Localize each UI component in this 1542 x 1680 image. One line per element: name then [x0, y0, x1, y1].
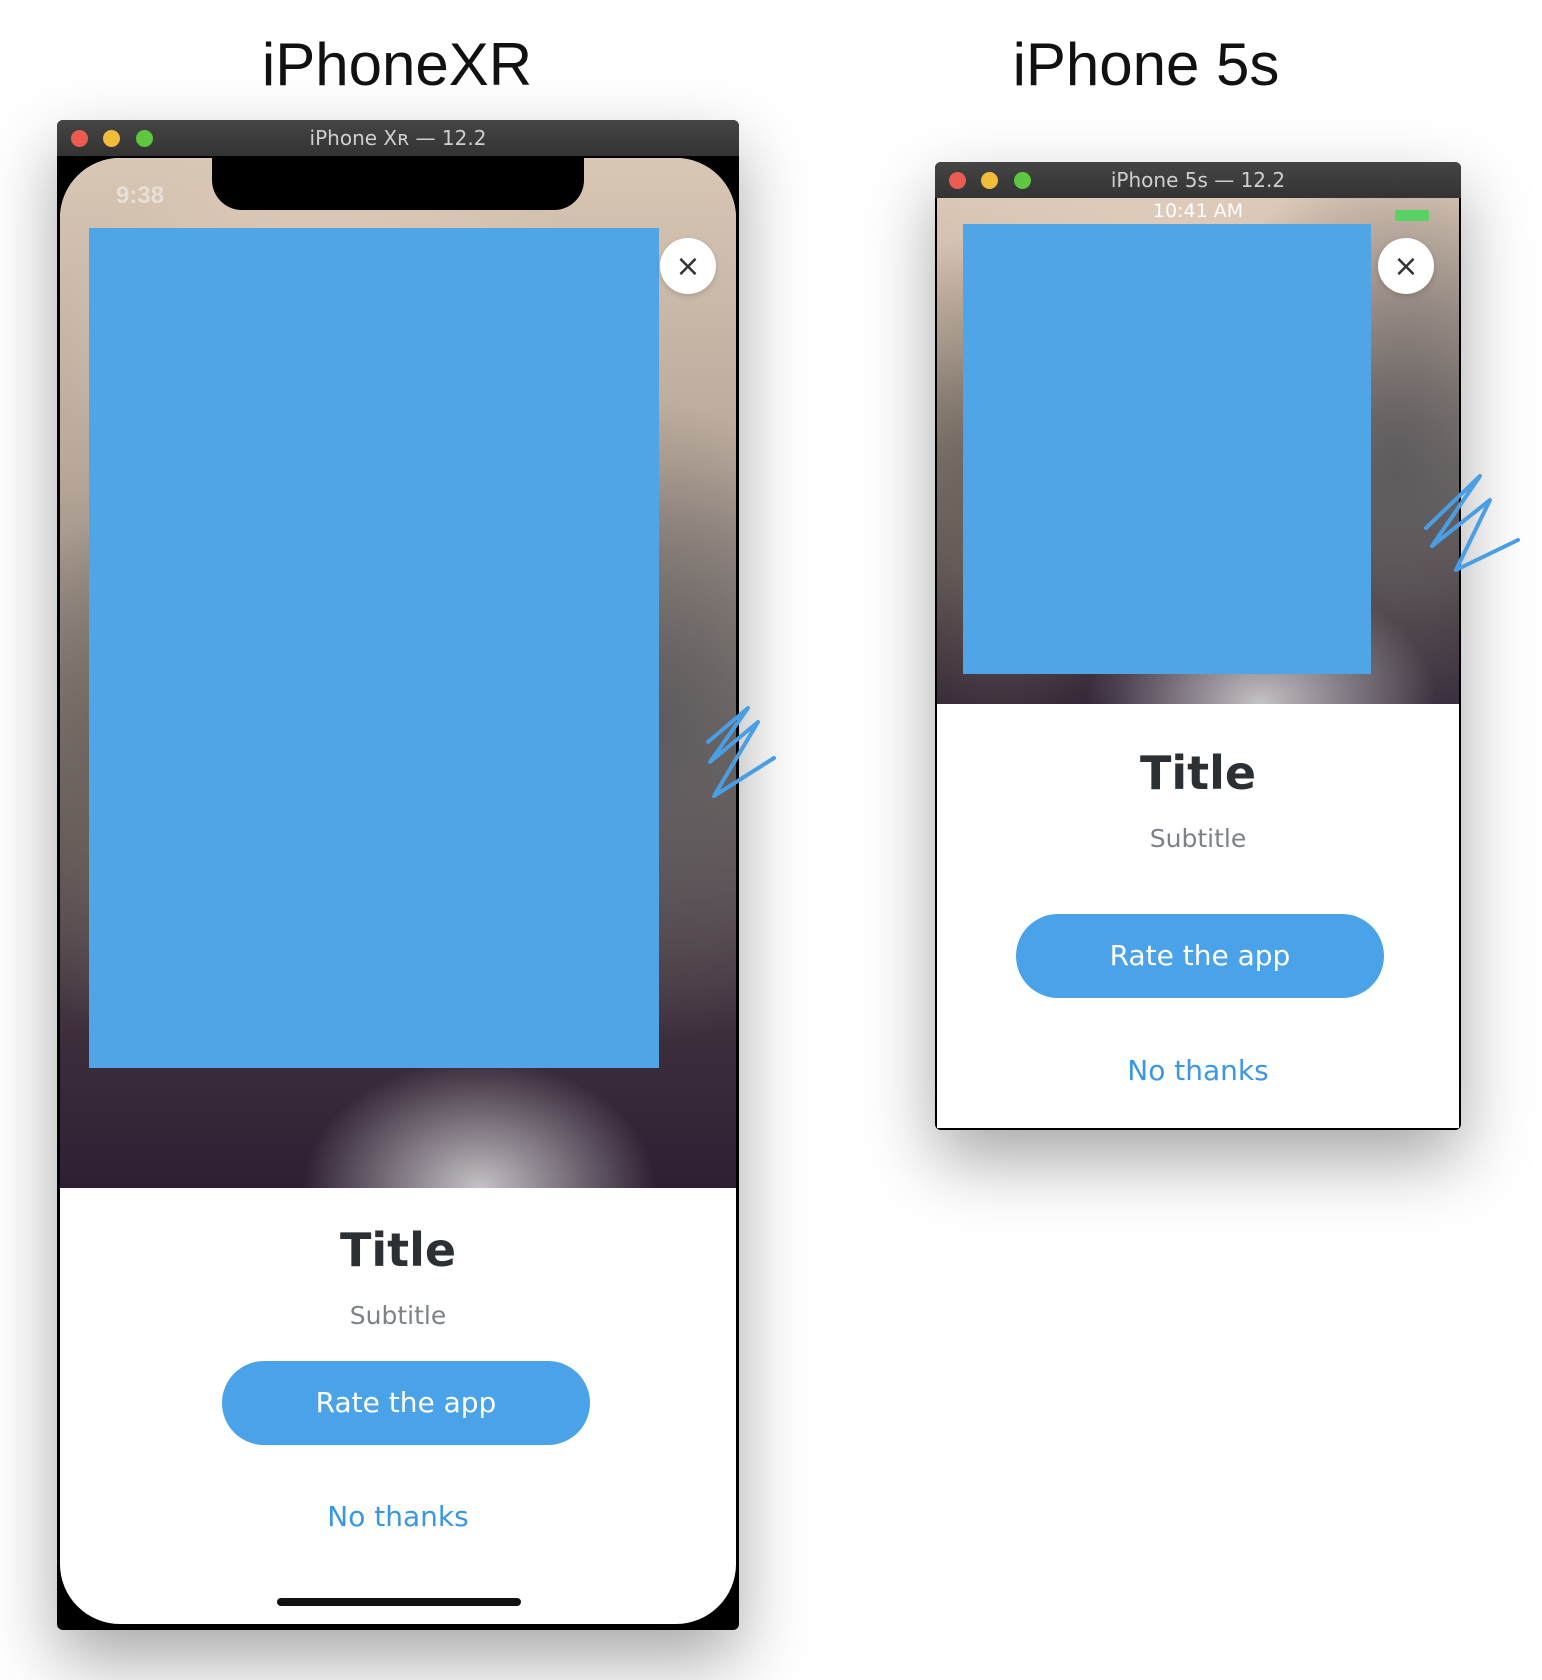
- card-title: Title: [339, 1223, 457, 1277]
- iphone-xr-heading: iPhoneXR: [261, 31, 533, 98]
- close-window-icon[interactable]: [71, 130, 88, 147]
- scribble-annotation: [1424, 474, 1520, 572]
- close-button[interactable]: ×: [660, 238, 716, 294]
- close-icon: ×: [675, 248, 701, 284]
- iphone-5s-heading: iPhone 5s: [1012, 31, 1280, 98]
- status-time: 10:41 AM: [1152, 200, 1244, 222]
- home-indicator[interactable]: [277, 1598, 521, 1606]
- iphone-5s-simulator-window: iPhone 5s — 12.2 10:41 AM × Title Subtit…: [935, 162, 1461, 1130]
- simulator-title: iPhone Xʀ — 12.2: [309, 126, 487, 150]
- battery-icon: [1395, 210, 1429, 221]
- simulator-title: iPhone 5s — 12.2: [1110, 168, 1286, 192]
- close-window-icon[interactable]: [949, 172, 966, 189]
- image-placeholder: [963, 224, 1371, 674]
- status-time: 9:38: [116, 182, 165, 209]
- card-title: Title: [1139, 746, 1257, 800]
- device-screen: 10:41 AM × Title Subtitle Rate the app N…: [937, 198, 1459, 1128]
- close-button[interactable]: ×: [1378, 238, 1434, 294]
- rate-app-button[interactable]: Rate the app: [222, 1361, 590, 1445]
- scribble-annotation: [706, 706, 776, 798]
- simulator-titlebar[interactable]: iPhone Xʀ — 12.2: [57, 120, 739, 156]
- image-placeholder: [89, 228, 659, 1068]
- no-thanks-link[interactable]: No thanks: [937, 1054, 1459, 1087]
- card-subtitle: Subtitle: [349, 1301, 447, 1330]
- iphone-xr-simulator-window: iPhone Xʀ — 12.2 9:38 × Title Subtitle R…: [57, 120, 739, 1630]
- close-icon: ×: [1393, 248, 1419, 284]
- zoom-window-icon[interactable]: [1014, 172, 1031, 189]
- device-notch: [212, 158, 584, 210]
- device-screen: 9:38 × Title Subtitle Rate the app No th…: [60, 158, 736, 1624]
- no-thanks-link[interactable]: No thanks: [60, 1500, 736, 1533]
- zoom-window-icon[interactable]: [136, 130, 153, 147]
- card-subtitle: Subtitle: [1149, 824, 1247, 853]
- rate-app-button[interactable]: Rate the app: [1016, 914, 1384, 998]
- minimize-window-icon[interactable]: [981, 172, 998, 189]
- simulator-titlebar[interactable]: iPhone 5s — 12.2: [935, 162, 1461, 198]
- minimize-window-icon[interactable]: [103, 130, 120, 147]
